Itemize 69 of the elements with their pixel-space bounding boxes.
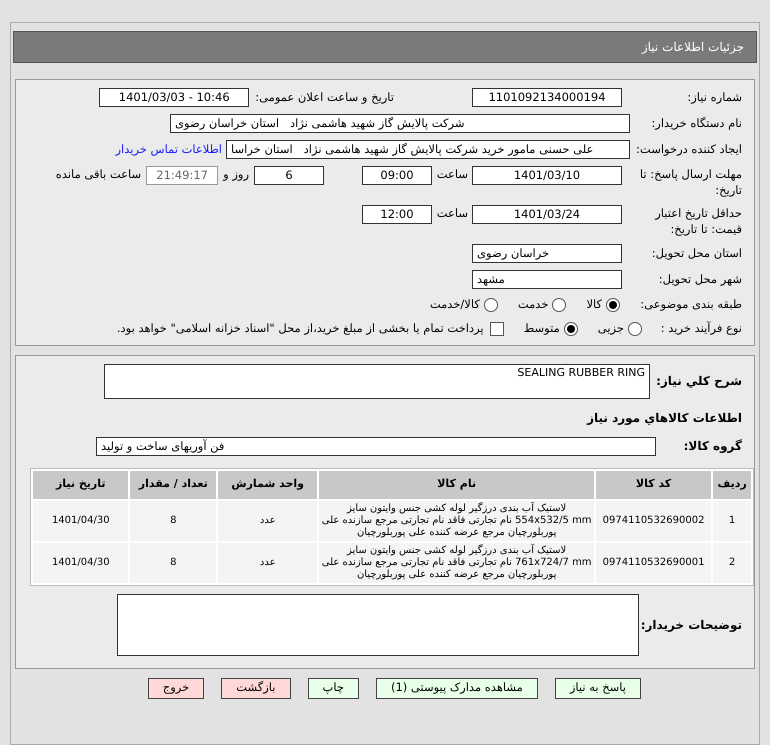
- action-button[interactable]: مشاهده مدارک پیوستی (1): [376, 678, 538, 698]
- value-field: مشهد: [472, 270, 622, 289]
- radio-button[interactable]: [628, 322, 642, 336]
- field-label: استان محل تحویل:: [650, 244, 742, 262]
- field-label: شرح کلي نياز:: [655, 372, 742, 390]
- radio-label: متوسط: [524, 320, 560, 338]
- field-label: طبقه بندی موضوعی:: [639, 296, 742, 313]
- field-label: تاریخ و ساعت اعلان عمومی:: [255, 88, 394, 106]
- table-cell: 0974110532690002: [596, 500, 712, 540]
- column-header: ردیف: [713, 470, 751, 498]
- checkbox[interactable]: [490, 322, 504, 336]
- section-title: اطلاعات کالاهاي مورد نياز: [586, 410, 742, 426]
- field-label: شماره نیاز:: [686, 88, 742, 106]
- value-field: شرکت پالایش گاز شهید هاشمی نژاد استان خراسان رضوی: [170, 114, 630, 133]
- column-header: کد کالا: [596, 470, 712, 498]
- table-cell: لاستیک آب بندی درزگیر لوله کشی جنس وایتون سایز 554x532/5 mm نام تجارتی فاقد نام تجارتی مرجع سازنده علی پوربلورچیان مرجع عرضه کننده علی پوربلورچیان: [319, 500, 594, 540]
- table-cell: عدد: [218, 500, 318, 540]
- column-header: تعداد / مقدار: [130, 470, 216, 498]
- radio-label: خدمت: [518, 296, 548, 313]
- radio-button[interactable]: [606, 298, 620, 312]
- radio-label: جزیی: [598, 320, 624, 338]
- field-label: نام دستگاه خریدار:: [650, 114, 742, 132]
- table-cell: 8: [130, 500, 216, 540]
- radio-label: کالا: [586, 296, 602, 313]
- column-header: تاریخ نیاز: [33, 470, 128, 498]
- field-label: مهلت ارسال پاسخ: تا تاریخ:: [638, 166, 742, 198]
- action-button[interactable]: پاسخ به نیاز: [554, 678, 641, 698]
- field-label: توضیحات خریدار:: [640, 616, 742, 634]
- table-cell: 0974110532690001: [596, 542, 712, 582]
- value-field: 1401/03/24: [472, 205, 622, 224]
- field-label: روز و: [223, 166, 249, 183]
- page-title: جزئیات اطلاعات نیاز: [642, 39, 744, 56]
- radio-button[interactable]: [552, 298, 566, 312]
- value-field: علی حسنی مامور خرید شرکت پالایش گاز شهید هاشمی نژاد استان خراسا: [226, 140, 630, 159]
- table-cell: لاستیک آب بندی درزگیر لوله کشی جنس وایتون سایز 761x724/7 mm نام تجارتی فاقد نام تجارتی مرجع سازنده علی پوربلورچیان مرجع عرضه کننده علی پوربلورچیان: [319, 542, 594, 582]
- description-field: SEALING RUBBER RING: [104, 364, 650, 398]
- field-label: ساعت: [436, 166, 468, 183]
- radio-label: کالا/خدمت: [430, 296, 480, 313]
- field-label: نوع فرآیند خرید :: [660, 320, 742, 338]
- field-label: ساعت باقی مانده: [56, 166, 142, 183]
- countdown-field: 21:49:17: [146, 166, 218, 185]
- field-label: گروه کالا:: [682, 438, 742, 455]
- radio-button[interactable]: [564, 322, 578, 336]
- value-field: فن آوریهای ساخت و تولید: [96, 436, 656, 456]
- field-label: ساعت: [436, 205, 468, 222]
- table-cell: عدد: [218, 542, 318, 582]
- value-field: خراسان رضوی: [472, 244, 622, 263]
- table-cell: 8: [130, 542, 216, 582]
- value-field: 09:00: [362, 166, 432, 185]
- action-button[interactable]: بازگشت: [221, 678, 290, 698]
- table-cell: 1401/04/30: [33, 542, 128, 582]
- field-label: شهر محل تحویل:: [658, 270, 742, 288]
- radio-button[interactable]: [484, 298, 498, 312]
- column-header: نام کالا: [319, 470, 594, 498]
- column-header: واحد شمارش: [218, 470, 318, 498]
- buyer-contact-link[interactable]: اطلاعات تماس خریدار: [115, 140, 222, 158]
- value-field: 6: [254, 166, 324, 185]
- field-label: ایجاد کننده درخواست:: [635, 140, 742, 158]
- field-label: حداقل تاریخ اعتبار قیمت: تا تاریخ:: [654, 205, 742, 237]
- value-field: 1101092134000194: [472, 88, 622, 107]
- value-field: 1401/03/10: [472, 166, 622, 185]
- action-button[interactable]: خروج: [148, 678, 204, 698]
- table-cell: 1401/04/30: [33, 500, 128, 540]
- value-field: 1401/03/03 - 10:46: [99, 88, 250, 107]
- value-field: 12:00: [362, 205, 432, 224]
- action-button[interactable]: چاپ: [308, 678, 359, 698]
- checkbox-label: پرداخت تمام یا بخشی از مبلغ خرید،از محل "اسناد خزانه اسلامی" خواهد بود.: [116, 320, 484, 338]
- table-cell: 1: [713, 500, 751, 540]
- table-cell: 2: [713, 542, 751, 582]
